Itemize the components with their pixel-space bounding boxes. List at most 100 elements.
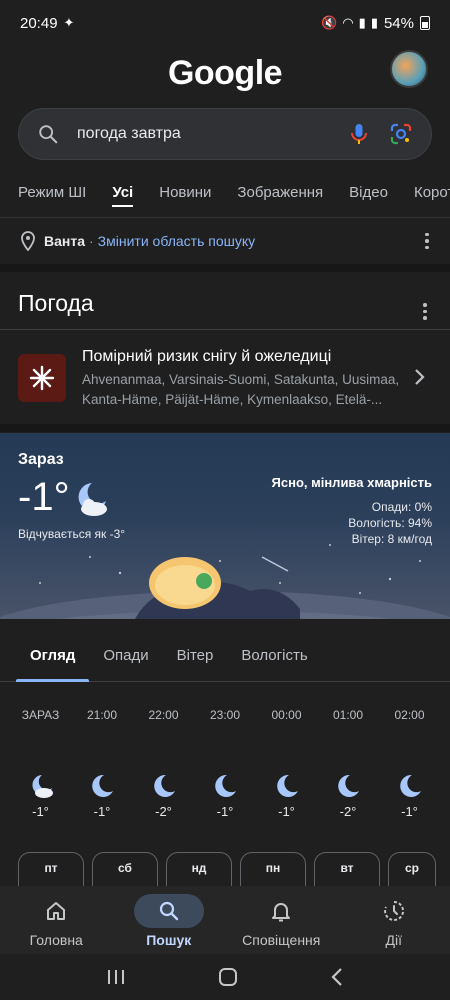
home-button-icon[interactable]: [218, 967, 238, 987]
hour-temp: -2°: [339, 804, 357, 819]
status-bar: 20:49 ✦ 🔇 ◠ ▮ ▮ 54%: [0, 0, 450, 46]
moon-icon: [399, 774, 421, 797]
search-icon: [159, 901, 178, 921]
header: Google: [0, 46, 450, 106]
hour-time: 23:00: [209, 708, 241, 722]
hour-temp: -1°: [32, 804, 49, 819]
mute-icon: 🔇: [321, 15, 338, 30]
wifi-icon: ◠: [342, 15, 354, 30]
chevron-right-icon: [415, 369, 425, 385]
hour-item[interactable]: 01:00 -2°: [318, 708, 379, 819]
location-row: Ванта · Змінити область пошуку: [0, 218, 450, 264]
weather-title: Погода: [18, 290, 94, 316]
subtab-precipitation[interactable]: Опади: [103, 630, 148, 681]
hour-item[interactable]: 02:00 -1°: [379, 708, 440, 819]
search-bar[interactable]: погода завтра: [18, 108, 432, 160]
subtab-overview[interactable]: Огляд: [15, 630, 90, 682]
now-label: Зараз: [18, 451, 64, 468]
alert-title: Помірний ризик снігу й ожеледиці: [82, 348, 332, 365]
hourly-forecast: ЗАРАЗ -1° 21:00 -1° 22:00 -2° 23:00 -1° …: [10, 708, 440, 819]
bottom-navigation: Головна Пошук Сповіщення Дії: [0, 886, 450, 954]
tab-all[interactable]: Усі: [112, 172, 133, 217]
battery-icon: [420, 16, 430, 30]
section-divider-2: [0, 424, 450, 432]
google-logo[interactable]: Google: [0, 54, 450, 93]
snowflake-icon: [18, 354, 66, 402]
nav-home-label: Головна: [29, 932, 83, 948]
nav-activity-label: Дії: [385, 932, 402, 948]
moon-icon: [338, 774, 359, 797]
avatar[interactable]: [390, 50, 428, 88]
signal-icon: ▮: [358, 15, 366, 30]
current-temperature: -1°: [18, 475, 70, 519]
moon-icon: [92, 774, 113, 797]
battery-level: 54%: [383, 14, 414, 32]
butterfly-icon: ✦: [63, 15, 75, 30]
hour-time: 00:00: [271, 708, 302, 722]
wind: Вітер: 8 км/год: [351, 532, 432, 546]
moon-cloud-icon: [78, 483, 107, 516]
hour-item[interactable]: 21:00 -1°: [72, 708, 133, 819]
change-location-link[interactable]: Змінити область пошуку: [98, 233, 255, 249]
alert-regions: Ahvenanmaa, Varsinais-Suomi, Satakunta, …: [82, 372, 400, 407]
more-options-icon[interactable]: [424, 232, 430, 250]
divider: [0, 329, 450, 330]
subtab-humidity[interactable]: Вологість: [241, 630, 307, 681]
search-icon: [39, 125, 58, 144]
hour-time: 21:00: [86, 708, 118, 722]
humidity: Вологість: 94%: [348, 516, 432, 530]
moon-icon: [215, 774, 236, 797]
moon-icon: [153, 774, 175, 797]
hour-time: 01:00: [332, 708, 364, 722]
nav-notifications-label: Сповіщення: [242, 932, 321, 948]
weather-scene: Зараз -1° Відчувається як -3° Ясно, мінл…: [0, 433, 450, 629]
microphone-icon[interactable]: [347, 122, 371, 146]
precipitation: Опади: 0%: [371, 500, 432, 514]
hour-temp: -1°: [278, 804, 295, 819]
section-divider: [0, 264, 450, 272]
feels-like: Відчувається як -3°: [18, 527, 126, 541]
tab-news[interactable]: Новини: [159, 172, 211, 217]
tab-ai-mode[interactable]: Режим ШІ: [18, 172, 86, 217]
nav-home[interactable]: Головна: [0, 886, 113, 954]
recent-apps-icon[interactable]: [106, 968, 126, 986]
bell-icon: [272, 903, 291, 922]
location-name: Ванта: [44, 233, 85, 249]
nav-activity[interactable]: Дії: [338, 886, 450, 954]
activity-icon: [383, 900, 404, 921]
hour-item[interactable]: 22:00 -2°: [133, 708, 194, 819]
hour-item[interactable]: 00:00 -1°: [256, 708, 317, 819]
back-icon[interactable]: [330, 967, 344, 987]
weather-alert[interactable]: Помірний ризик снігу й ожеледиці Ahvenan…: [0, 344, 450, 414]
hour-temp: -2°: [155, 804, 172, 819]
hour-item[interactable]: ЗАРАЗ -1°: [10, 708, 71, 819]
tab-videos[interactable]: Відео: [349, 172, 388, 217]
weather-more-icon[interactable]: [422, 303, 428, 320]
tab-shorts[interactable]: Короткі: [414, 172, 450, 217]
search-input[interactable]: погода завтра: [77, 125, 329, 143]
subtab-wind[interactable]: Вітер: [177, 630, 214, 681]
nav-notifications[interactable]: Сповіщення: [225, 886, 338, 954]
weather-subtabs: Огляд Опади Вітер Вологість: [0, 630, 450, 682]
hour-time: 22:00: [148, 708, 179, 722]
tab-images[interactable]: Зображення: [237, 172, 323, 217]
hour-time: 02:00: [394, 708, 425, 722]
hour-temp: -1°: [401, 804, 418, 819]
moon-icon: [276, 774, 298, 797]
moon-cloud-icon: [31, 775, 53, 798]
location-separator: ·: [89, 233, 94, 249]
hour-item[interactable]: 23:00 -1°: [195, 708, 256, 819]
hour-temp: -1°: [216, 804, 234, 819]
clock: 20:49: [20, 14, 58, 32]
search-tabs: Режим ШІ Усі Новини Зображення Відео Кор…: [0, 172, 450, 218]
hour-time: ЗАРАЗ: [21, 708, 60, 722]
location-pin-icon: [21, 231, 35, 251]
condition-text: Ясно, мінлива хмарність: [271, 475, 432, 490]
google-lens-icon[interactable]: [389, 122, 413, 146]
nav-search[interactable]: Пошук: [113, 886, 226, 954]
nav-search-label: Пошук: [146, 932, 192, 948]
system-navigation: [0, 954, 450, 1000]
signal-icon-2: ▮: [370, 15, 378, 30]
home-icon: [47, 902, 66, 920]
hour-temp: -1°: [93, 804, 111, 819]
